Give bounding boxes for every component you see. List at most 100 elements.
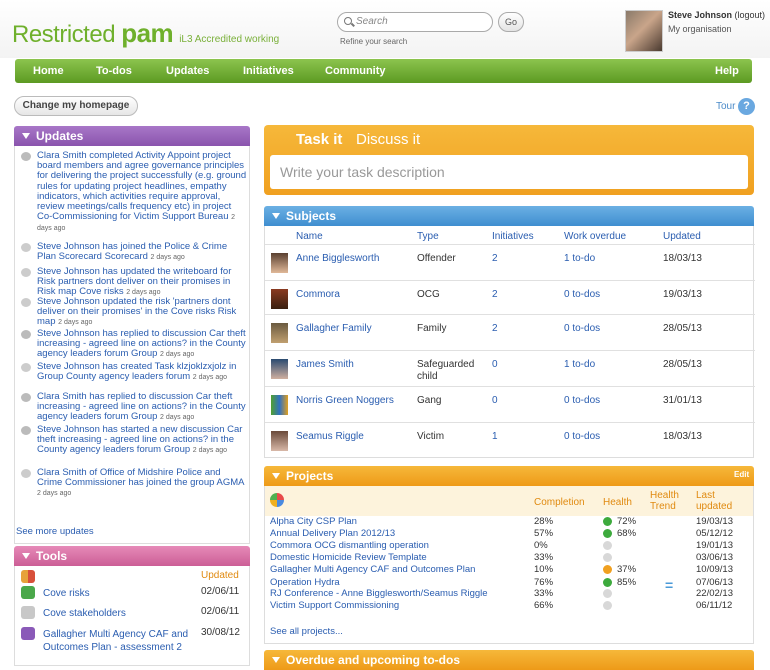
col-updated[interactable]: Updated: [663, 231, 701, 242]
tour-link[interactable]: Tour: [716, 101, 735, 112]
project-row[interactable]: Operation Hydra 76% 85% = 07/06/13: [265, 578, 755, 593]
project-name[interactable]: Annual Delivery Plan 2012/13: [270, 529, 395, 539]
projects-panel-header[interactable]: Projects: [264, 466, 754, 486]
project-row[interactable]: Gallagher Multi Agency CAF and Outcomes …: [265, 565, 755, 575]
project-health: 37%: [617, 564, 637, 575]
update-text[interactable]: Clara Smith has replied to discussion Ca…: [37, 391, 246, 422]
update-item[interactable]: Steve Johnson has created Task klzjoklzx…: [15, 361, 251, 383]
logo[interactable]: Restricted pam iL3 Accredited working: [12, 18, 279, 49]
update-item[interactable]: Clara Smith completed Activity Appoint p…: [15, 150, 251, 235]
update-text[interactable]: Clara Smith of Office of Midshire Police…: [37, 467, 244, 488]
subject-work-overdue[interactable]: 0 to-dos: [564, 323, 600, 334]
col-initiatives[interactable]: Initiatives: [492, 231, 534, 242]
user-name: Steve Johnson (logout): [668, 10, 765, 20]
project-row[interactable]: RJ Conference - Anne Bigglesworth/Seamus…: [265, 589, 755, 599]
see-all-projects-link[interactable]: See all projects...: [270, 626, 343, 637]
project-row[interactable]: Alpha City CSP Plan 28% 72% 19/03/13: [265, 517, 755, 527]
project-row[interactable]: Victim Support Commissioning 66% 06/11/12: [265, 601, 755, 611]
update-text[interactable]: Steve Johnson has joined the Police & Cr…: [37, 241, 227, 262]
nav-initiatives[interactable]: Initiatives: [243, 65, 294, 77]
update-item[interactable]: Clara Smith of Office of Midshire Police…: [15, 467, 251, 500]
updates-panel-header[interactable]: Updates: [14, 126, 250, 146]
subject-initiatives[interactable]: 2: [492, 289, 498, 300]
tool-name[interactable]: Cove stakeholders: [43, 607, 193, 620]
update-item[interactable]: Steve Johnson has started a new discussi…: [15, 424, 251, 457]
subject-row[interactable]: Seamus Riggle Victim 1 0 to-dos 18/03/13: [265, 422, 755, 454]
subject-work-overdue[interactable]: 0 to-dos: [564, 289, 600, 300]
update-text[interactable]: Steve Johnson has replied to discussion …: [37, 328, 246, 359]
subject-row[interactable]: James Smith Safeguarded child 0 1 to-do 28/0…: [265, 350, 755, 386]
col-completion[interactable]: Completion: [534, 497, 585, 508]
nav-home[interactable]: Home: [33, 65, 64, 77]
refine-search-link[interactable]: Refine your search: [340, 37, 407, 46]
subject-name[interactable]: Commora: [296, 289, 340, 300]
subject-work-overdue[interactable]: 0 to-dos: [564, 431, 600, 442]
subject-name[interactable]: Gallagher Family: [296, 323, 372, 334]
nav-updates[interactable]: Updates: [166, 65, 209, 77]
subject-name[interactable]: James Smith: [296, 359, 354, 370]
projects-edit-link[interactable]: Edit: [734, 470, 749, 479]
update-item[interactable]: Steve Johnson has replied to discussion …: [15, 328, 251, 361]
project-name[interactable]: Alpha City CSP Plan: [270, 517, 357, 527]
col-type[interactable]: Type: [417, 231, 439, 242]
col-health[interactable]: Health: [603, 497, 632, 508]
update-item[interactable]: Steve Johnson updated the risk 'partners…: [15, 296, 251, 329]
change-homepage-button[interactable]: Change my homepage: [14, 96, 138, 116]
subject-name[interactable]: Norris Green Noggers: [296, 395, 394, 406]
project-row[interactable]: Annual Delivery Plan 2012/13 57% 68% 05/12/…: [265, 529, 755, 539]
nav-help[interactable]: Help: [715, 65, 739, 77]
tool-name[interactable]: Cove risks: [43, 587, 193, 600]
project-name[interactable]: Victim Support Commissioning: [270, 601, 399, 611]
health-indicator-icon: [603, 541, 612, 550]
subject-initiatives[interactable]: 0: [492, 359, 498, 370]
col-last-updated[interactable]: Last updated: [696, 490, 736, 512]
project-updated: 05/12/12: [696, 528, 733, 539]
project-name[interactable]: Domestic Homicide Review Template: [270, 553, 427, 563]
subject-initiatives[interactable]: 1: [492, 431, 498, 442]
subject-updated: 31/01/13: [663, 395, 702, 406]
project-row[interactable]: Domestic Homicide Review Template 33% 03/0…: [265, 553, 755, 563]
subject-initiatives[interactable]: 0: [492, 395, 498, 406]
organisation-link[interactable]: My organisation: [668, 24, 732, 34]
subject-name[interactable]: Anne Bigglesworth: [296, 253, 379, 264]
logout-link[interactable]: (logout): [735, 10, 766, 20]
subject-initiatives[interactable]: 2: [492, 253, 498, 264]
avatar: [625, 10, 663, 52]
col-work-overdue[interactable]: Work overdue: [564, 231, 626, 242]
tab-task-it[interactable]: Task it: [296, 131, 342, 148]
subject-work-overdue[interactable]: 0 to-dos: [564, 395, 600, 406]
subjects-panel-header[interactable]: Subjects: [264, 206, 754, 226]
subject-row[interactable]: Anne Bigglesworth Offender 2 1 to-do 18/03/1…: [265, 244, 755, 280]
update-item[interactable]: Steve Johnson has updated the writeboard…: [15, 266, 251, 299]
tab-discuss-it[interactable]: Discuss it: [356, 131, 420, 148]
subject-initiatives[interactable]: 2: [492, 323, 498, 334]
see-more-updates-link[interactable]: See more updates: [16, 526, 94, 537]
update-text[interactable]: Clara Smith completed Activity Appoint p…: [37, 150, 246, 222]
subject-work-overdue[interactable]: 1 to-do: [564, 253, 595, 264]
subject-row[interactable]: Commora OCG 2 0 to-dos 19/03/13: [265, 280, 755, 316]
overdue-todos-panel-header[interactable]: Overdue and upcoming to-dos: [264, 650, 754, 670]
subject-work-overdue[interactable]: 1 to-do: [564, 359, 595, 370]
project-name[interactable]: RJ Conference - Anne Bigglesworth/Seamus…: [270, 589, 488, 599]
col-health-trend[interactable]: Health Trend: [650, 490, 686, 512]
project-row[interactable]: Commora OCG dismantling operation 0% 19/01…: [265, 541, 755, 551]
health-indicator-icon: [603, 529, 612, 538]
project-name[interactable]: Gallagher Multi Agency CAF and Outcomes …: [270, 565, 475, 575]
tool-name[interactable]: Gallagher Multi Agency CAF and Outcomes …: [43, 628, 193, 654]
projects-table: Completion Health Health Trend Last upda…: [264, 486, 754, 644]
update-item[interactable]: Steve Johnson has joined the Police & Cr…: [15, 241, 251, 263]
nav-todos[interactable]: To-dos: [96, 65, 132, 77]
project-name[interactable]: Operation Hydra: [270, 578, 340, 588]
subject-row[interactable]: Norris Green Noggers Gang 0 0 to-dos 31/01/1…: [265, 386, 755, 422]
tools-panel-header[interactable]: Tools: [14, 546, 250, 566]
subject-name[interactable]: Seamus Riggle: [296, 431, 364, 442]
help-icon[interactable]: ?: [738, 98, 755, 115]
subject-row[interactable]: Gallagher Family Family 2 0 to-dos 28/05/13: [265, 314, 755, 350]
task-description-input[interactable]: Write your task description: [270, 155, 748, 189]
search-input[interactable]: Search: [337, 12, 493, 32]
update-item[interactable]: Clara Smith has replied to discussion Ca…: [15, 391, 251, 424]
go-button[interactable]: Go: [498, 12, 524, 32]
col-name[interactable]: Name: [296, 231, 323, 242]
project-name[interactable]: Commora OCG dismantling operation: [270, 541, 429, 551]
nav-community[interactable]: Community: [325, 65, 386, 77]
